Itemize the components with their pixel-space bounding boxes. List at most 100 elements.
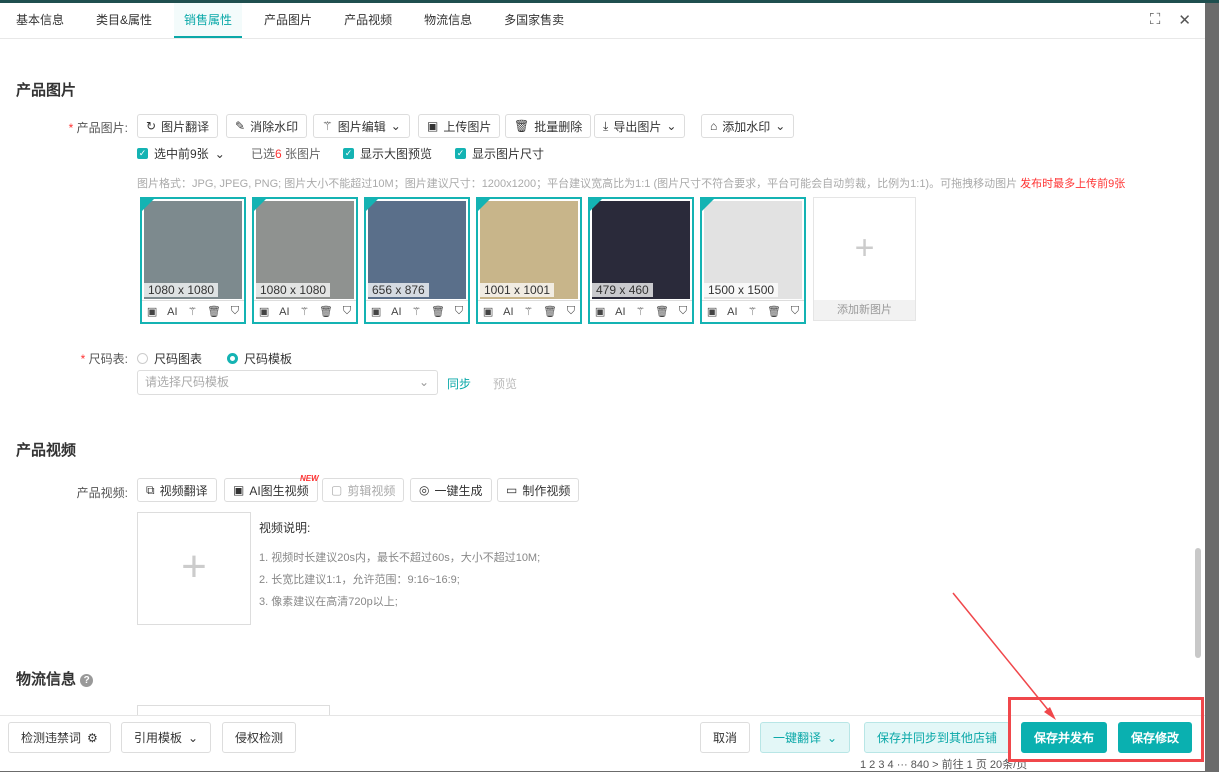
- video-translate-button[interactable]: ⧉ 视频翻译: [137, 478, 217, 502]
- trash-icon[interactable]: 🗑: [543, 305, 557, 318]
- image-icon[interactable]: ▣: [259, 305, 269, 318]
- size-chart-radio[interactable]: 尺码图表: [137, 350, 202, 367]
- preview-link[interactable]: 预览: [493, 375, 517, 392]
- trash-icon[interactable]: 🗑: [767, 305, 781, 318]
- shield-icon[interactable]: ⛉: [231, 305, 239, 318]
- batch-delete-button[interactable]: 🗑 批量删除: [505, 114, 592, 138]
- shield-icon[interactable]: ⛉: [343, 305, 351, 318]
- product-image-tile[interactable]: 1080 x 1080 ▣ AI ⚚ 🗑 ⛉: [140, 197, 246, 324]
- shield-icon[interactable]: ⛉: [567, 305, 575, 318]
- ai-icon[interactable]: AI: [279, 306, 289, 318]
- add-image-label: 添加新图片: [814, 300, 915, 320]
- add-watermark-button[interactable]: ⌂ 添加水印 ⌄: [701, 114, 795, 138]
- image-icon[interactable]: ▣: [483, 305, 493, 318]
- trash-icon[interactable]: 🗑: [431, 305, 445, 318]
- tab-basic-info[interactable]: 基本信息: [6, 3, 74, 38]
- magic-wand-icon[interactable]: ⚚: [299, 305, 309, 318]
- checkbox-checked-icon: ✓: [343, 148, 354, 159]
- help-icon: ?: [80, 673, 94, 687]
- export-images-button[interactable]: ⤓ 导出图片 ⌄: [594, 114, 686, 138]
- product-image-tile[interactable]: 1080 x 1080 ▣ AI ⚚ 🗑 ⛉: [252, 197, 358, 324]
- show-preview-checkbox[interactable]: ✓ 显示大图预览: [343, 145, 432, 162]
- magic-wand-icon[interactable]: ⚚: [411, 305, 421, 318]
- tab-multi-country[interactable]: 多国家售卖: [494, 3, 574, 38]
- make-video-button[interactable]: ▭ 制作视频: [497, 478, 580, 502]
- fullscreen-icon[interactable]: ⛶: [1150, 11, 1161, 29]
- tab-product-video[interactable]: 产品视频: [334, 3, 402, 38]
- image-toolbar: ▣ AI ⚚ 🗑 ⛉: [366, 300, 468, 322]
- image-icon[interactable]: ▣: [147, 305, 157, 318]
- image-icon[interactable]: ▣: [707, 305, 717, 318]
- images-label: * 产品图片:: [68, 121, 128, 135]
- product-image-tile[interactable]: 656 x 876 ▣ AI ⚚ 🗑 ⛉: [364, 197, 470, 324]
- checkbox-checked-icon: ✓: [455, 148, 466, 159]
- image-size: 1080 x 1080: [256, 283, 331, 297]
- select-first-9-checkbox[interactable]: ✓ 选中前9张 ⌄: [137, 145, 225, 162]
- camera-icon: ▭: [506, 483, 518, 497]
- size-template-radio[interactable]: 尺码模板: [227, 350, 292, 367]
- refresh-icon: ↻: [146, 119, 157, 133]
- shield-icon[interactable]: ⛉: [791, 305, 799, 318]
- chevron-down-icon: ⌄: [666, 119, 677, 133]
- chevron-down-icon: ⌄: [827, 730, 838, 745]
- trash-icon[interactable]: 🗑: [655, 305, 669, 318]
- tab-sales-attributes[interactable]: 销售属性: [174, 3, 243, 38]
- magic-wand-icon[interactable]: ⚚: [187, 305, 197, 318]
- tab-logistics[interactable]: 物流信息: [414, 3, 482, 38]
- detect-banned-words-button[interactable]: 检测违禁词 ⚙: [8, 722, 111, 753]
- logistics-input[interactable]: [137, 705, 330, 715]
- save-sync-button[interactable]: 保存并同步到其他店铺: [864, 722, 1011, 753]
- magic-wand-icon[interactable]: ⚚: [635, 305, 645, 318]
- cancel-button[interactable]: 取消: [700, 722, 751, 753]
- remove-watermark-button[interactable]: ✎ 消除水印: [226, 114, 308, 138]
- shield-icon[interactable]: ⛉: [455, 305, 463, 318]
- one-click-generate-button[interactable]: ◎ 一键生成: [410, 478, 492, 502]
- image-toolbar: ▣ AI ⚚ 🗑 ⛉: [702, 300, 804, 322]
- image-size: 1500 x 1500: [704, 283, 779, 297]
- magic-wand-icon[interactable]: ⚚: [523, 305, 533, 318]
- add-image-tile[interactable]: + 添加新图片: [813, 197, 916, 321]
- chevron-down-icon: ⌄: [214, 146, 225, 161]
- use-template-button[interactable]: 引用模板 ⌄: [121, 722, 212, 753]
- ai-icon[interactable]: AI: [503, 306, 513, 318]
- new-badge: NEW: [300, 474, 319, 483]
- ai-icon[interactable]: AI: [615, 306, 625, 318]
- image-edit-button[interactable]: ⚚ 图片编辑 ⌄: [313, 114, 410, 138]
- image-size: 1080 x 1080: [144, 283, 219, 297]
- infringement-check-button[interactable]: 侵权检测: [222, 722, 297, 753]
- clip-video-button[interactable]: ▢ 剪辑视频: [322, 478, 405, 502]
- add-video-tile[interactable]: +: [137, 512, 251, 625]
- product-image-tile[interactable]: 1001 x 1001 ▣ AI ⚚ 🗑 ⛉: [476, 197, 582, 324]
- upload-image-button[interactable]: ▣ 上传图片: [418, 114, 501, 138]
- image-icon[interactable]: ▣: [371, 305, 381, 318]
- scrollbar[interactable]: [1195, 548, 1201, 658]
- one-click-translate-button[interactable]: 一键翻译 ⌄: [760, 722, 851, 753]
- image-translate-button[interactable]: ↻ 图片翻译: [137, 114, 219, 138]
- product-image-tile[interactable]: 479 x 460 ▣ AI ⚚ 🗑 ⛉: [588, 197, 694, 324]
- tab-category[interactable]: 类目&属性: [86, 3, 162, 38]
- tab-product-images[interactable]: 产品图片: [254, 3, 322, 38]
- video-file-icon: ▣: [233, 483, 245, 497]
- chevron-down-icon: ⌄: [418, 375, 429, 389]
- selected-corner: [142, 199, 154, 211]
- translate-icon: ⧉: [146, 482, 155, 497]
- pagination[interactable]: 1 2 3 4 ··· 840 > 前往 1 页 20条/页: [860, 756, 1027, 772]
- show-size-checkbox[interactable]: ✓ 显示图片尺寸: [455, 145, 544, 162]
- images-section-title: 产品图片: [16, 82, 77, 99]
- sync-link[interactable]: 同步: [447, 375, 471, 392]
- magic-wand-icon[interactable]: ⚚: [747, 305, 757, 318]
- shield-icon[interactable]: ⛉: [679, 305, 687, 318]
- ai-image-to-video-button[interactable]: ▣ AI图生视频 NEW: [224, 474, 319, 502]
- image-icon[interactable]: ▣: [595, 305, 605, 318]
- size-template-select[interactable]: 请选择尺码模板 ⌄: [137, 370, 438, 395]
- trash-icon[interactable]: 🗑: [207, 305, 221, 318]
- chevron-down-icon: ⌄: [775, 119, 786, 133]
- product-image-tile[interactable]: 1500 x 1500 ▣ AI ⚚ 🗑 ⛉: [700, 197, 806, 324]
- image-icon: ▣: [427, 119, 439, 133]
- ai-icon[interactable]: AI: [727, 306, 737, 318]
- video-note: 2. 长宽比建议1:1，允许范围：9:16~16:9;: [259, 574, 460, 586]
- ai-icon[interactable]: AI: [391, 306, 401, 318]
- ai-icon[interactable]: AI: [167, 306, 177, 318]
- close-icon[interactable]: ✕: [1178, 11, 1191, 29]
- trash-icon[interactable]: 🗑: [319, 305, 333, 318]
